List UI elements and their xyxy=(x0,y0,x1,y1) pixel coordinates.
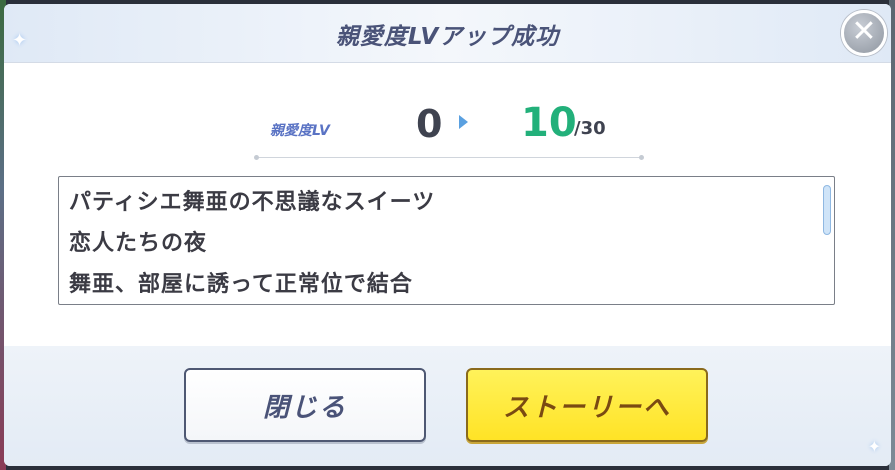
unlocked-story-list[interactable]: パティシエ舞亜の不思議なスイーツ 恋人たちの夜 舞亜、部屋に誘って正常位で結合 xyxy=(58,176,835,305)
dialog-footer: ✦ xyxy=(4,346,891,466)
scrollbar[interactable] xyxy=(823,185,831,235)
list-item: 舞亜、部屋に誘って正常位で結合 xyxy=(69,272,413,297)
affection-level-label: 親愛度LV xyxy=(270,123,330,139)
divider xyxy=(254,155,644,160)
dialog-header: ✦ 親愛度LVアップ成功 ✕ xyxy=(4,4,891,63)
level-from-value: 0 xyxy=(416,102,443,146)
list-item: 恋人たちの夜 xyxy=(69,231,208,256)
go-to-story-button[interactable]: ストーリーへ xyxy=(466,368,708,442)
close-button[interactable]: ✕ xyxy=(841,10,887,56)
level-to-value: 10 xyxy=(521,100,577,146)
level-up-dialog: ✦ 親愛度LVアップ成功 ✕ 親愛度LV 0 10 /30 パティシエ舞亜の不思… xyxy=(4,4,891,466)
level-max-value: /30 xyxy=(574,118,606,139)
affection-level-row: 親愛度LV 0 10 /30 xyxy=(4,100,891,150)
close-icon: ✕ xyxy=(851,14,877,49)
sparkle-icon: ✦ xyxy=(867,437,881,456)
dialog-title: 親愛度LVアップ成功 xyxy=(335,24,560,50)
arrow-right-icon xyxy=(459,115,468,129)
close-dialog-button[interactable]: 閉じる xyxy=(184,368,426,442)
list-item: パティシエ舞亜の不思議なスイーツ xyxy=(69,190,436,215)
